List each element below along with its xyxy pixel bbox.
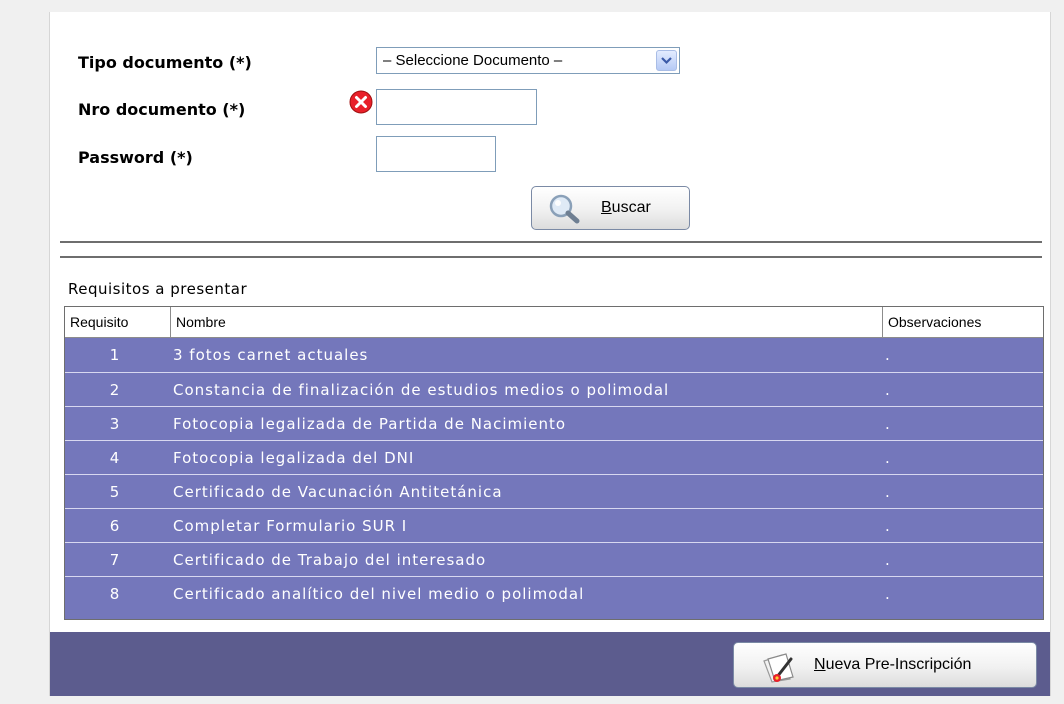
table-row[interactable]: 4 Fotocopia legalizada del DNI . (65, 440, 1043, 474)
grid-header: Requisito Nombre Observaciones (65, 307, 1043, 338)
row-name: Fotocopia legalizada del DNI (173, 449, 415, 467)
buscar-button[interactable]: Buscar (531, 186, 690, 230)
row-number: 3 (109, 415, 121, 433)
requisitos-title: Requisitos a presentar (68, 280, 248, 298)
row-number: 2 (109, 381, 121, 399)
row-observation: . (885, 585, 891, 603)
row-number: 4 (109, 449, 121, 467)
divider-top (60, 241, 1042, 243)
row-number: 5 (109, 483, 121, 501)
row-name: 3 fotos carnet actuales (173, 346, 369, 364)
row-number: 1 (109, 346, 121, 364)
divider-bottom (60, 256, 1042, 258)
table-row[interactable]: 3 Fotocopia legalizada de Partida de Nac… (65, 406, 1043, 440)
row-observation: . (885, 551, 891, 569)
row-name: Certificado de Trabajo del interesado (173, 551, 487, 569)
requisitos-grid: Requisito Nombre Observaciones 1 3 fotos… (64, 306, 1044, 620)
header-observaciones[interactable]: Observaciones (883, 307, 1043, 337)
row-observation: . (885, 483, 891, 501)
tipo-documento-select-value: – Seleccione Documento – (383, 52, 563, 69)
table-row[interactable]: 1 3 fotos carnet actuales . (65, 338, 1043, 372)
buscar-button-label: Buscar (601, 199, 651, 216)
table-row[interactable]: 7 Certificado de Trabajo del interesado … (65, 542, 1043, 576)
password-label: Password (*) (78, 148, 193, 167)
row-observation: . (885, 517, 891, 535)
row-name: Fotocopia legalizada de Partida de Nacim… (173, 415, 567, 433)
chevron-down-icon[interactable] (656, 50, 677, 71)
row-name: Certificado analítico del nivel medio o … (173, 585, 585, 603)
form-panel: Tipo documento (*) – Seleccione Document… (49, 12, 1051, 696)
password-input[interactable] (376, 136, 496, 172)
tipo-documento-label: Tipo documento (*) (78, 53, 252, 72)
document-icon (763, 653, 794, 683)
row-name: Constancia de finalización de estudios m… (173, 381, 670, 399)
error-icon (349, 90, 373, 114)
search-icon (549, 194, 580, 224)
nro-documento-label: Nro documento (*) (78, 100, 246, 119)
nueva-preinscripcion-label: Nueva Pre-Inscripción (814, 656, 972, 673)
row-number: 8 (109, 585, 121, 603)
tipo-documento-select[interactable]: – Seleccione Documento – (376, 47, 680, 74)
row-name: Completar Formulario SUR I (173, 517, 408, 535)
header-requisito[interactable]: Requisito (65, 307, 171, 337)
row-observation: . (885, 449, 891, 467)
table-row[interactable]: 6 Completar Formulario SUR I . (65, 508, 1043, 542)
footer-bar: Nueva Pre-Inscripción (50, 632, 1050, 696)
row-observation: . (885, 415, 891, 433)
nueva-preinscripcion-button[interactable]: Nueva Pre-Inscripción (733, 642, 1037, 688)
nro-documento-input[interactable] (376, 89, 537, 125)
row-observation: . (885, 381, 891, 399)
row-observation: . (885, 346, 891, 364)
row-number: 7 (109, 551, 121, 569)
grid-body: 1 3 fotos carnet actuales . 2 Constancia… (65, 338, 1043, 610)
header-nombre[interactable]: Nombre (171, 307, 883, 337)
table-row[interactable]: 2 Constancia de finalización de estudios… (65, 372, 1043, 406)
row-number: 6 (109, 517, 121, 535)
table-row[interactable]: 8 Certificado analítico del nivel medio … (65, 576, 1043, 610)
row-name: Certificado de Vacunación Antitetánica (173, 483, 503, 501)
table-row[interactable]: 5 Certificado de Vacunación Antitetánica… (65, 474, 1043, 508)
